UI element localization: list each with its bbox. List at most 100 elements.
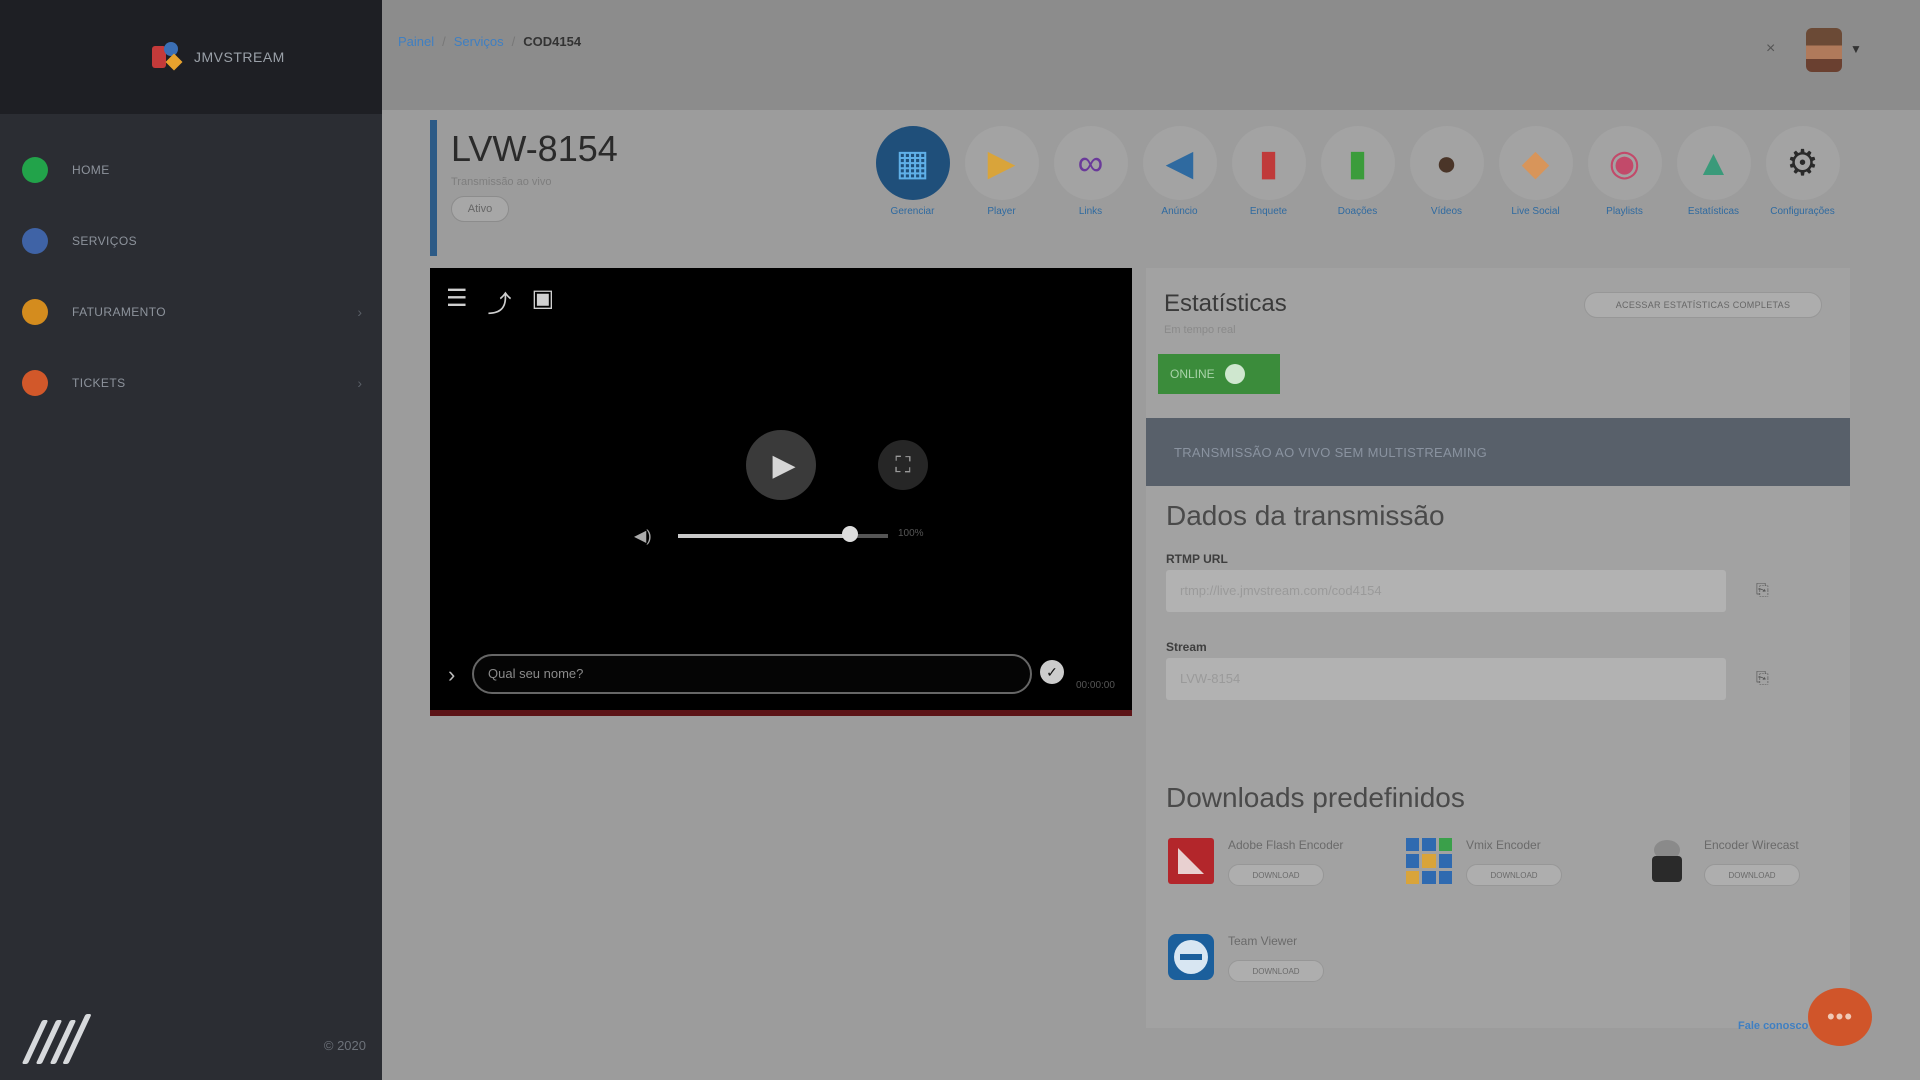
download-button[interactable]: DOWNLOAD xyxy=(1228,864,1324,886)
rtmp-url-field[interactable]: rtmp://live.jmvstream.com/cod4154 xyxy=(1166,570,1726,612)
tickets-icon xyxy=(22,369,48,396)
tool-announcement[interactable]: ◀ Anúncio xyxy=(1141,126,1218,217)
teamviewer-icon xyxy=(1168,934,1214,980)
stats-subtitle: Em tempo real xyxy=(1164,324,1236,336)
play-button[interactable]: ▶ xyxy=(746,430,816,500)
service-toolbar: ▦ Gerenciar ▶ Player ∞ Links ◀ Anúncio ▮… xyxy=(874,126,1841,217)
donation-icon: ▮ xyxy=(1320,126,1395,200)
download-button[interactable]: DOWNLOAD xyxy=(1228,960,1324,982)
home-icon xyxy=(22,156,48,183)
chevron-right-icon[interactable]: › xyxy=(448,662,455,688)
tool-label: Doações xyxy=(1337,206,1378,217)
chat-bubble-icon[interactable]: ••• xyxy=(1808,988,1872,1046)
download-name: Team Viewer xyxy=(1228,934,1298,948)
volume-fill xyxy=(678,534,851,538)
stream-key-field[interactable]: LVW-8154 xyxy=(1166,658,1726,700)
service-header: LVW-8154 Transmissão ao vivo Ativo xyxy=(430,120,620,256)
sidebar-item-label: SERVIÇOS xyxy=(72,233,137,248)
tool-settings[interactable]: ⚙ Configurações xyxy=(1764,126,1841,217)
volume-handle[interactable] xyxy=(842,526,859,542)
chevron-down-icon[interactable]: ▼ xyxy=(1850,42,1862,56)
main-content: LVW-8154 Transmissão ao vivo Ativo ▦ Ger… xyxy=(382,110,1920,1080)
tool-poll[interactable]: ▮ Enquete xyxy=(1230,126,1307,217)
avatar[interactable] xyxy=(1806,28,1842,72)
breadcrumb-services[interactable]: Serviços xyxy=(454,34,504,49)
grid-icon: ▦ xyxy=(875,126,950,200)
online-indicator-icon xyxy=(1224,364,1245,384)
tool-manage[interactable]: ▦ Gerenciar xyxy=(874,126,951,217)
services-icon xyxy=(22,227,48,254)
sidebar-footer: © 2020 xyxy=(0,1010,382,1080)
chat-label[interactable]: Fale conosco xyxy=(1738,1020,1808,1032)
brand-logo-icon[interactable] xyxy=(150,40,184,74)
breadcrumb-current: COD4154 xyxy=(523,34,582,49)
wirecast-icon xyxy=(1644,838,1690,884)
tool-label: Gerenciar xyxy=(890,206,935,217)
tool-player[interactable]: ▶ Player xyxy=(963,126,1040,217)
chevron-right-icon: › xyxy=(357,303,362,320)
download-name: Adobe Flash Encoder xyxy=(1228,838,1344,852)
social-icon: ◆ xyxy=(1498,126,1573,200)
download-button[interactable]: DOWNLOAD xyxy=(1704,864,1800,886)
vmix-icon xyxy=(1406,838,1452,884)
status-button[interactable]: Ativo xyxy=(451,196,509,222)
tool-label: Estatísticas xyxy=(1687,206,1740,217)
breadcrumb: Painel / Serviços / COD4154 xyxy=(398,34,581,49)
copyright-text: © 2020 xyxy=(323,1037,366,1053)
link-icon: ∞ xyxy=(1053,126,1128,200)
playlist-icon: ◉ xyxy=(1587,126,1662,200)
topbar: Painel / Serviços / COD4154 × ▼ xyxy=(382,0,1920,110)
video-player[interactable]: ☰ ⤴ ▣ ▶ ⛶ ◀) 100% › Qual seu nome? ✓ 00:… xyxy=(430,268,1132,716)
download-name: Vmix Encoder xyxy=(1466,838,1541,852)
share-icon[interactable]: ⤴ xyxy=(488,284,512,319)
breadcrumb-separator: / xyxy=(442,34,446,49)
tool-links[interactable]: ∞ Links xyxy=(1052,126,1129,217)
tool-label: Links xyxy=(1078,206,1103,217)
fullscreen-button[interactable]: ⛶ xyxy=(878,440,928,490)
tool-label: Vídeos xyxy=(1430,206,1463,217)
sidebar-item-label: FATURAMENTO xyxy=(72,304,166,319)
tool-label: Enquete xyxy=(1249,206,1288,217)
breadcrumb-home[interactable]: Painel xyxy=(398,34,434,49)
service-panel: Estatísticas Em tempo real ACESSAR ESTAT… xyxy=(1146,268,1850,1028)
qr-code-icon[interactable]: ▣ xyxy=(532,284,555,319)
player-toolbar: ☰ ⤴ ▣ xyxy=(446,284,554,319)
tool-donations[interactable]: ▮ Doações xyxy=(1319,126,1396,217)
tool-videos[interactable]: ● Vídeos xyxy=(1408,126,1485,217)
volume-icon[interactable]: ◀) xyxy=(634,526,652,546)
sidebar-item-home[interactable]: HOME xyxy=(0,134,382,205)
chevron-right-icon: › xyxy=(357,374,362,391)
gear-icon: ⚙ xyxy=(1765,126,1840,200)
download-item: Vmix Encoder DOWNLOAD xyxy=(1406,838,1562,886)
close-icon[interactable]: × xyxy=(1766,40,1775,58)
tool-playlists[interactable]: ◉ Playlists xyxy=(1586,126,1663,217)
tool-live-social[interactable]: ◆ Live Social xyxy=(1497,126,1574,217)
menu-icon[interactable]: ☰ xyxy=(446,284,468,319)
rtmp-label: RTMP URL xyxy=(1166,552,1228,566)
play-icon: ▶ xyxy=(964,126,1039,200)
full-stats-button[interactable]: ACESSAR ESTATÍSTICAS COMPLETAS xyxy=(1584,292,1822,318)
breadcrumb-separator: / xyxy=(511,34,516,49)
brand-name[interactable]: JMVSTREAM xyxy=(194,49,285,65)
downloads-title: Downloads predefinidos xyxy=(1166,782,1465,813)
tool-statistics[interactable]: ▲ Estatísticas xyxy=(1675,126,1752,217)
sidebar-item-tickets[interactable]: TICKETS › xyxy=(0,347,382,418)
status-badge: ONLINE xyxy=(1158,354,1280,394)
time-readout: 00:00:00 xyxy=(1076,680,1115,691)
stream-label: Stream xyxy=(1166,640,1207,654)
copy-icon[interactable]: ⎘ xyxy=(1756,670,1769,688)
tool-label: Player xyxy=(987,206,1016,217)
sidebar-item-services[interactable]: SERVIÇOS xyxy=(0,205,382,276)
megaphone-icon: ◀ xyxy=(1142,126,1217,200)
send-button[interactable]: ✓ xyxy=(1040,660,1064,684)
stats-title: Estatísticas xyxy=(1164,290,1287,317)
multistream-banner: TRANSMISSÃO AO VIVO SEM MULTISTREAMING xyxy=(1146,418,1850,486)
tool-label: Anúncio xyxy=(1161,206,1198,217)
page-title: LVW-8154 xyxy=(451,128,618,169)
sidebar-item-billing[interactable]: FATURAMENTO › xyxy=(0,276,382,347)
comment-input[interactable]: Qual seu nome? xyxy=(472,654,1032,694)
download-button[interactable]: DOWNLOAD xyxy=(1466,864,1562,886)
copy-icon[interactable]: ⎘ xyxy=(1756,582,1769,600)
volume-value: 100% xyxy=(898,528,924,539)
download-item: Encoder Wirecast DOWNLOAD xyxy=(1644,838,1800,886)
